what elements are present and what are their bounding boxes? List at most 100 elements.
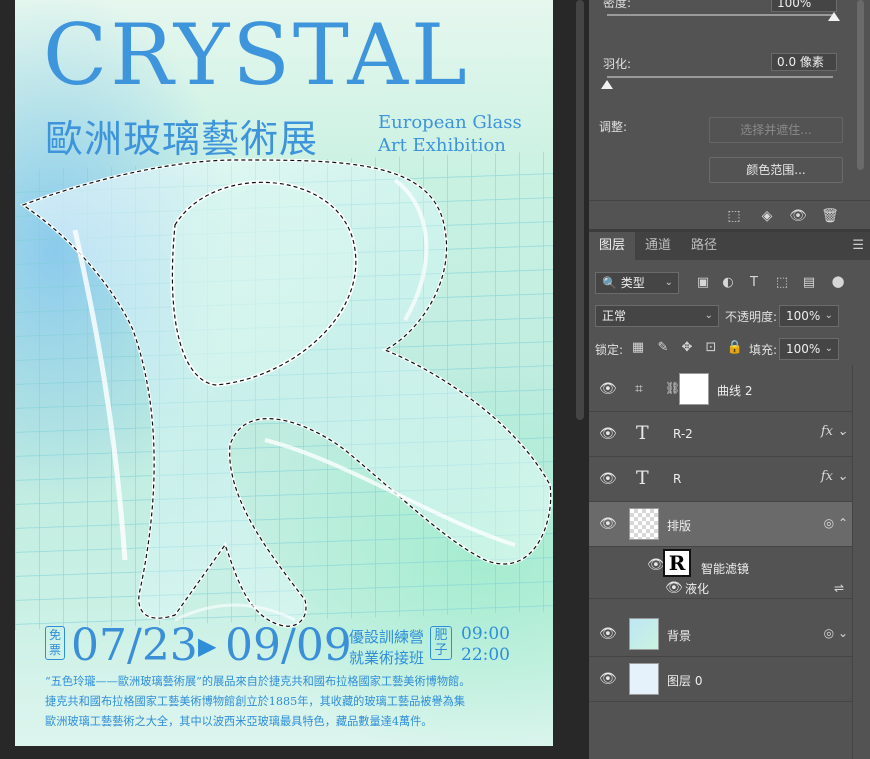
opacity-value: 100% xyxy=(786,309,821,323)
layer-row-curves[interactable]: 👁 ⌗ ⛓ 曲线 2 xyxy=(589,367,852,412)
density-slider-handle[interactable] xyxy=(828,12,840,21)
filter-name[interactable]: 液化 xyxy=(685,580,709,597)
feather-label: 羽化: xyxy=(603,57,632,71)
fill-field[interactable]: 100% ⌄ xyxy=(779,338,839,360)
layer-effects-icon[interactable]: fx ⌄ xyxy=(821,469,848,484)
fill-value: 100% xyxy=(786,342,821,356)
visibility-eye-icon[interactable]: 👁 xyxy=(599,516,617,532)
feather-field[interactable]: 0.0 像素 xyxy=(771,53,837,71)
layers-scrollbar[interactable] xyxy=(852,365,870,759)
delete-icon[interactable]: 🗑 xyxy=(820,206,840,226)
properties-panel: 密度: 100% 羽化: 0.0 像素 调整: 选择并遮住... 颜色范围... xyxy=(589,0,870,230)
smart-object-thumbnail[interactable] xyxy=(629,618,659,650)
select-and-mask-button[interactable]: 选择并遮住... xyxy=(709,117,843,143)
visibility-eye-icon[interactable]: 👁 xyxy=(599,426,617,442)
adjust-label: 调整: xyxy=(599,120,628,134)
layer-row-background[interactable]: 👁 背景 ◎ ⌄ xyxy=(589,612,852,657)
feather-slider-track[interactable] xyxy=(607,76,833,78)
poster-chinese-title: 歐洲玻璃藝術展 xyxy=(45,117,319,161)
canvas-vertical-scrollbar[interactable] xyxy=(572,0,589,759)
description-line-3: 歐洲玻璃工藝藝術之大全，其中以波西米亞玻璃最具特色，藏品數量達4萬件。 xyxy=(45,715,433,728)
photoshop-window: CRYSTAL 歐洲玻璃藝術展 European Glass Art Exhib… xyxy=(0,0,870,759)
lock-paint-icon[interactable]: ✎ xyxy=(654,339,672,357)
layer-row-smart-filters[interactable]: 👁 R 智能滤镜 👁 液化 ⇌ xyxy=(589,547,852,599)
lock-transparent-icon[interactable]: ▦ xyxy=(629,339,647,357)
free-ticket-badge: 免票 xyxy=(45,626,65,660)
adjustment-filter-icon[interactable]: ◐ xyxy=(719,274,737,292)
chevron-down-icon: ⌄ xyxy=(824,310,833,321)
text-layer-icon: T xyxy=(636,467,649,489)
layers-panel-tabs: 图层 通道 路径 ☰ xyxy=(589,232,870,260)
layer-row-paiban[interactable]: 👁 排版 ◎ ⌃ xyxy=(589,502,852,547)
end-date: 09/09 xyxy=(225,620,352,671)
date-arrow-icon: ▶ xyxy=(198,632,217,660)
layer-row-r2[interactable]: 👁 T R-2 fx ⌄ xyxy=(589,412,852,457)
document-canvas[interactable]: CRYSTAL 歐洲玻璃藝術展 European Glass Art Exhib… xyxy=(0,0,572,759)
filter-kind-select[interactable]: 🔍 类型 ⌄ xyxy=(595,272,679,294)
filter-blending-options-icon[interactable]: ⇌ xyxy=(834,581,844,595)
layer-name[interactable]: 智能滤镜 xyxy=(701,560,749,577)
smart-object-filter-icon[interactable]: ▤ xyxy=(800,274,818,292)
density-field[interactable]: 100% xyxy=(771,0,837,12)
visibility-eye-icon[interactable]: 👁 xyxy=(647,557,665,573)
smart-object-thumbnail[interactable] xyxy=(629,508,659,540)
layer-thumbnail[interactable] xyxy=(629,663,659,695)
description-line-1: “五色玲瓏——歐洲玻璃藝術展”的展品來自於捷克共和國布拉格國家工藝美術博物館。 xyxy=(45,675,471,688)
chevron-down-icon: ⌄ xyxy=(704,310,713,321)
smart-filter-options-icon[interactable]: ◎ ⌃ xyxy=(824,516,848,530)
visibility-eye-icon[interactable]: 👁 xyxy=(599,471,617,487)
visibility-eye-icon[interactable]: 👁 xyxy=(599,381,617,397)
smart-filter-mask-thumbnail[interactable]: R xyxy=(663,549,691,577)
color-range-button[interactable]: 颜色范围... xyxy=(709,157,843,183)
blend-mode-value: 正常 xyxy=(602,309,627,323)
feather-slider-handle[interactable] xyxy=(601,80,613,89)
chevron-down-icon: ⌄ xyxy=(664,277,673,288)
lock-position-icon[interactable]: ✥ xyxy=(678,339,696,357)
opacity-label: 不透明度: xyxy=(725,310,778,324)
visibility-icon[interactable]: 👁 xyxy=(788,206,808,226)
filter-toggle-icon[interactable]: ● xyxy=(829,272,847,290)
right-panel-dock: 密度: 100% 羽化: 0.0 像素 调整: 选择并遮住... 颜色范围...… xyxy=(589,0,870,759)
lock-artboard-icon[interactable]: ⊡ xyxy=(702,339,720,357)
pixel-filter-icon[interactable]: ▣ xyxy=(694,274,712,292)
blend-mode-select[interactable]: 正常 ⌄ xyxy=(595,305,719,327)
properties-scroll-thumb[interactable] xyxy=(857,0,864,170)
link-icon[interactable]: ⛓ xyxy=(665,381,680,395)
poster-artwork: CRYSTAL 歐洲玻璃藝術展 European Glass Art Exhib… xyxy=(15,0,553,746)
apply-mask-icon[interactable]: ◈ xyxy=(757,206,777,226)
visibility-eye-icon[interactable]: 👁 xyxy=(599,626,617,642)
opacity-field[interactable]: 100% ⌄ xyxy=(779,305,839,327)
curves-adjustment-icon: ⌗ xyxy=(635,381,643,397)
smart-filter-options-icon[interactable]: ◎ ⌄ xyxy=(824,626,848,640)
layer-name[interactable]: R xyxy=(673,472,681,486)
layer-row-r[interactable]: 👁 T R fx ⌄ xyxy=(589,457,852,502)
chevron-down-icon: ⌄ xyxy=(824,343,833,354)
layer-name[interactable]: 曲线 2 xyxy=(717,382,752,399)
course-line-1: 優設訓練營 xyxy=(349,628,425,646)
layer-name[interactable]: 排版 xyxy=(667,517,691,534)
density-label: 密度: xyxy=(603,0,632,10)
shape-filter-icon[interactable]: ⬚ xyxy=(773,274,791,292)
layer-mask-thumbnail[interactable] xyxy=(679,373,709,405)
layer-name[interactable]: 图层 0 xyxy=(667,672,702,689)
panel-menu-icon[interactable]: ☰ xyxy=(852,238,864,253)
close-time: 22:00 xyxy=(461,645,510,665)
layer-name[interactable]: 背景 xyxy=(667,627,691,644)
tab-layers[interactable]: 图层 xyxy=(589,232,635,260)
layer-effects-icon[interactable]: fx ⌄ xyxy=(821,424,848,439)
course-line-2: 就業術接班 xyxy=(349,649,425,667)
visibility-eye-icon[interactable]: 👁 xyxy=(599,671,617,687)
poster-title: CRYSTAL xyxy=(43,6,470,104)
tab-channels[interactable]: 通道 xyxy=(635,232,681,260)
density-slider-track[interactable] xyxy=(607,14,833,16)
tab-paths[interactable]: 路径 xyxy=(681,232,727,260)
selection-icon[interactable]: ⬚ xyxy=(724,206,744,226)
canvas-scroll-thumb[interactable] xyxy=(576,0,584,420)
type-filter-icon[interactable]: T xyxy=(745,274,763,292)
lock-all-icon[interactable]: 🔒 xyxy=(726,339,744,357)
visibility-eye-icon[interactable]: 👁 xyxy=(665,580,683,596)
properties-scrollbar[interactable] xyxy=(855,0,865,200)
text-layer-icon: T xyxy=(636,422,649,444)
layer-row-layer0[interactable]: 👁 图层 0 xyxy=(589,657,852,702)
layer-name[interactable]: R-2 xyxy=(673,427,693,441)
